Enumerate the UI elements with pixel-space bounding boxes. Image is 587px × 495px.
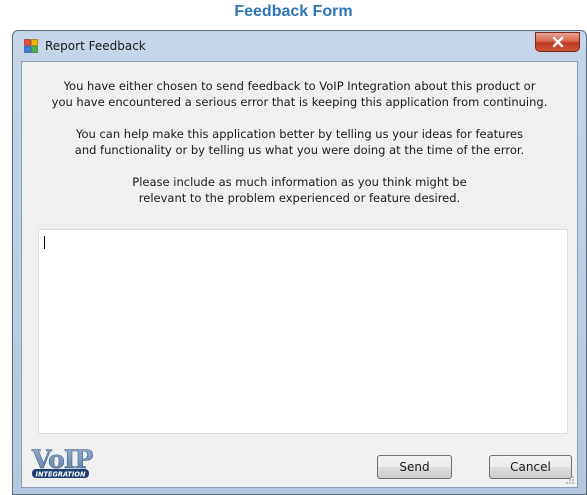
cancel-button[interactable]: Cancel — [489, 455, 572, 479]
logo-tagline: INTEGRATION — [35, 470, 85, 478]
send-button[interactable]: Send — [377, 455, 452, 479]
intro-text-line: Please include as much information as yo… — [132, 175, 467, 189]
intro-paragraph-3: Please include as much information as yo… — [22, 174, 577, 206]
title-bar[interactable]: Report Feedback — [13, 31, 586, 61]
intro-paragraph-2: You can help make this application bette… — [22, 126, 577, 158]
resize-grip-icon[interactable] — [565, 475, 575, 485]
close-button[interactable] — [535, 32, 580, 52]
intro-text-line: you have encountered a serious error tha… — [51, 95, 548, 109]
intro-text-line: You have either chosen to send feedback … — [63, 79, 536, 93]
intro-text-line: You can help make this application bette… — [76, 127, 523, 141]
feedback-textarea[interactable] — [38, 229, 568, 434]
report-feedback-window: Report Feedback You have either chosen t… — [12, 30, 587, 495]
window-title: Report Feedback — [45, 39, 146, 53]
intro-text-line: relevant to the problem experienced or f… — [138, 191, 461, 205]
text-caret — [44, 236, 45, 249]
dialog-content: You have either chosen to send feedback … — [21, 61, 578, 488]
intro-text-line: and functionality or by telling us what … — [74, 143, 525, 157]
page-heading: Feedback Form — [234, 3, 353, 20]
intro-paragraph-1: You have either chosen to send feedback … — [22, 78, 577, 110]
close-icon — [552, 36, 563, 48]
application-icon — [24, 39, 38, 53]
voip-integration-logo: VoIP INTEGRATION — [31, 445, 95, 479]
